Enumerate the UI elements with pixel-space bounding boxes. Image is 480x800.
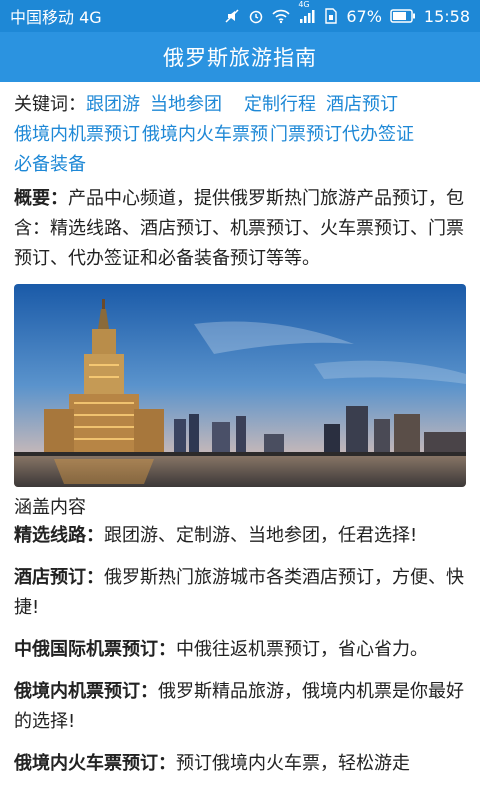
coverage-item-label: 酒店预订： [14,567,104,588]
coverage-item: 酒店预订：俄罗斯热门旅游城市各类酒店预订，方便、快捷! [14,563,466,623]
keyword-link[interactable]: 代办签证 [342,124,414,145]
coverage-item-label: 俄境内机票预订： [14,681,158,702]
keyword-link[interactable]: 门票预订 [270,124,342,145]
battery-icon [390,9,416,23]
coverage-item: 俄境内火车票预订：预订俄境内火车票，轻松游走 [14,749,466,779]
keyword-link[interactable]: 俄境内机票预订 [14,124,140,145]
summary-section: 概要：产品中心频道，提供俄罗斯热门旅游产品预订，包含：精选线路、酒店预订、机票预… [14,184,466,274]
main-content: 关键词：跟团游 当地参团 定制行程 酒店预订俄境内机票预订 俄境内火车票预 门票预订代办签… [0,82,480,779]
sim-icon [324,8,338,24]
coverage-item-text: 预订俄境内火车票，轻松游走 [176,753,410,774]
coverage-item-text: 跟团游、定制游、当地参团，任君选择! [104,525,418,546]
coverage-title: 涵盖内容 [14,497,86,518]
status-icons: 4G 67% 15:58 [224,0,470,26]
keywords-label: 关键词： [14,94,86,115]
keyword-link[interactable]: 必备装备 [14,154,86,175]
keyword-link[interactable]: 跟团游 [86,94,140,115]
keyword-link[interactable]: 俄境内火车票预 [142,124,268,145]
mute-icon [224,8,240,24]
wifi-icon [272,8,290,24]
coverage-item-label: 俄境内火车票预订： [14,753,176,774]
coverage-item: 俄境内机票预订：俄罗斯精品旅游，俄境内机票是你最好的选择! [14,677,466,737]
app-header: 俄罗斯旅游指南 [0,32,480,82]
moscow-city-photo [14,284,466,487]
status-bar: 中国移动 4G 4G 67% 15:58 [0,0,480,32]
coverage-item: 精选线路：跟团游、定制游、当地参团，任君选择! [14,521,466,551]
carrier-label: 中国移动 4G [10,8,102,27]
keyword-link[interactable]: 当地参团 [150,94,222,115]
coverage-item: 中俄国际机票预订：中俄往返机票预订，省心省力。 [14,635,466,665]
keywords-section: 关键词：跟团游 当地参团 定制行程 酒店预订俄境内机票预订 俄境内火车票预 门票预订代办签… [14,90,466,180]
summary-label: 概要： [14,188,68,209]
page-title: 俄罗斯旅游指南 [163,46,317,70]
coverage-item-label: 精选线路： [14,525,104,546]
clock: 15:58 [423,6,470,26]
summary-text: 产品中心频道，提供俄罗斯热门旅游产品预订，包含：精选线路、酒店预订、机票预订、火… [14,188,464,269]
coverage-item-text: 中俄往返机票预订，省心省力。 [176,639,428,660]
coverage-item-label: 中俄国际机票预订： [14,639,176,660]
keyword-link[interactable]: 定制行程 [244,94,316,115]
signal-icon: 4G [298,0,316,24]
keyword-link[interactable]: 酒店预订 [326,94,398,115]
alarm-icon [248,8,264,24]
battery-percent: 67% [346,6,382,26]
